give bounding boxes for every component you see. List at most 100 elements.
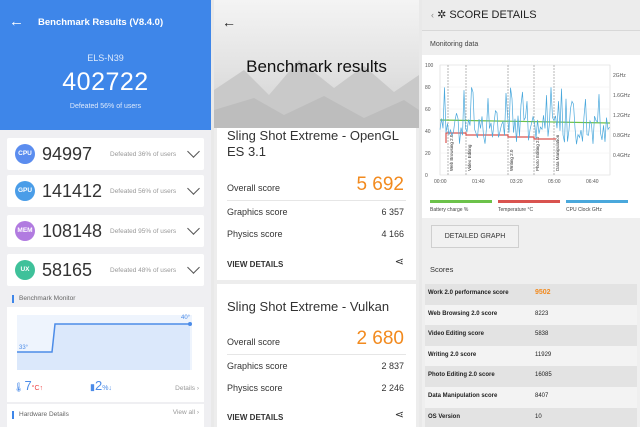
table-row: Web Browsing 2.0 score 8223 (425, 304, 637, 326)
detailed-graph-button[interactable]: DETAILED GRAPH (431, 225, 519, 248)
page-title: Benchmark results (246, 57, 387, 76)
y-tick-left: 100 (425, 63, 434, 69)
chevron-down-icon[interactable] (187, 222, 200, 235)
back-arrow-icon[interactable]: ← (222, 14, 236, 30)
device-model: ELS-N39 (87, 53, 124, 63)
temp-arrow: ↑ (39, 385, 44, 392)
physics-label: Physics score (227, 229, 283, 239)
chevron-right-icon: › (196, 385, 199, 392)
antutu-panel: ← Benchmark Results (V8.4.0) ELS-N39 402… (0, 0, 211, 427)
score-name: Writing 2.0 score (428, 351, 477, 358)
gpu-badge: GPU (15, 181, 35, 201)
score-name: Web Browsing 2.0 score (428, 310, 498, 317)
view-details-button[interactable]: VIEW DETAILS (227, 413, 283, 422)
score-row-mem[interactable]: MEM 108148 Defeated 95% of users (7, 215, 204, 247)
overall-score: 5 692 (356, 174, 404, 195)
divider (227, 200, 406, 201)
view-all-link[interactable]: View all › (173, 409, 199, 416)
score-value: 8223 (535, 310, 549, 317)
graphics-score: 2 837 (381, 361, 404, 371)
antutu-title: Benchmark Results (V8.4.0) (38, 17, 164, 28)
score-row-gpu[interactable]: GPU 141412 Defeated 56% of users (7, 175, 204, 207)
table-row: Writing 2.0 score 11929 (425, 345, 637, 367)
table-row: Video Editing score 5838 (425, 325, 637, 346)
share-icon[interactable]: ⋖ (395, 408, 404, 421)
view-all-label: View all (172, 409, 196, 416)
cpu-badge: CPU (15, 144, 35, 164)
temperature-readout: 🌡7°C↑ (13, 378, 43, 393)
page-title: SCORE DETAILS (449, 9, 537, 21)
antutu-header: ← Benchmark Results (V8.4.0) ELS-N39 402… (0, 0, 211, 130)
mem-score: 108148 (42, 221, 103, 241)
ux-defeated: Defeated 48% of users (110, 267, 177, 274)
y-tick-left: 80 (425, 85, 431, 91)
battery-unit: %↓ (102, 385, 112, 392)
hardware-details-label: Hardware Details (12, 411, 69, 419)
legend-label: CPU Clock GHz (566, 207, 602, 213)
view-details-button[interactable]: VIEW DETAILS (227, 260, 283, 269)
chevron-down-icon[interactable] (187, 261, 200, 274)
x-tick: 01:40 (472, 179, 485, 185)
ux-badge: UX (15, 260, 35, 280)
score-value: 10 (535, 413, 542, 420)
divider (227, 354, 406, 355)
score-row-cpu[interactable]: CPU 94997 Defeated 36% of users (7, 138, 204, 170)
y-tick-right: 2GHz (613, 73, 626, 79)
chevron-down-icon[interactable] (187, 145, 200, 158)
score-row-ux[interactable]: UX 58165 Defeated 48% of users (7, 254, 204, 286)
battery-readout: ▮2%↓ (90, 378, 112, 393)
score-name: Work 2.0 performance score (428, 290, 509, 296)
y-tick-right: 0.4GHz (613, 153, 630, 159)
pcmark-header: ‹ ✲ SCORE DETAILS (422, 0, 640, 31)
test-name: Sling Shot Extreme - Vulkan (227, 299, 390, 314)
table-row: OS Version 10 (425, 407, 637, 427)
threedmark-panel: ← Benchmark results Sling Shot Extreme -… (214, 0, 419, 427)
score-value: 5838 (535, 331, 549, 338)
legend-swatch (430, 200, 492, 203)
cpu-defeated: Defeated 36% of users (110, 151, 177, 158)
back-arrow-icon[interactable]: ← (9, 13, 24, 30)
header-title-row: ‹ ✲ SCORE DETAILS (431, 8, 537, 21)
y-tick-left: 40 (425, 129, 431, 135)
snowflake-icon: ✲ (437, 9, 447, 21)
physics-score: 4 166 (381, 229, 404, 239)
score-value: 8407 (535, 392, 549, 399)
y-tick-left: 60 (425, 107, 431, 113)
monitoring-chart-svg: 100 80 60 40 20 0 2GHz 1.6GHz 1.2GHz 0.8GHz 0.4GHz… (425, 63, 630, 213)
graphics-score: 6 357 (381, 207, 404, 217)
x-tick: 06:40 (586, 179, 599, 185)
hero-banner: ← Benchmark results (214, 0, 419, 128)
score-name: Data Manipulation score (428, 392, 498, 399)
temperature-end-dot (188, 322, 192, 326)
ux-score: 58165 (42, 260, 93, 280)
legend-swatch (498, 200, 560, 203)
temp-delta: 7 (24, 378, 32, 393)
phase-label: Video Editing (467, 144, 472, 171)
back-chevron-icon[interactable]: ‹ (431, 10, 434, 20)
details-link[interactable]: Details › (175, 385, 199, 392)
result-card-opengl: Sling Shot Extreme - OpenGL ES 3.1 Overa… (217, 128, 416, 280)
gpu-score: 141412 (42, 181, 103, 201)
score-value: 16085 (535, 372, 552, 379)
legend-label: Temperature °C (498, 207, 533, 213)
y-tick-left: 20 (425, 151, 431, 157)
score-name: Video Editing score (428, 331, 484, 338)
chevron-right-icon: › (196, 409, 199, 416)
legend-swatch (566, 200, 628, 203)
overall-label: Overall score (227, 183, 281, 193)
x-tick: 05:00 (548, 179, 561, 185)
monitoring-label: Monitoring data (430, 41, 479, 48)
share-icon[interactable]: ⋖ (395, 255, 404, 268)
chevron-down-icon[interactable] (187, 182, 200, 195)
score-table: Work 2.0 performance score 9502 Web Browsi… (425, 284, 637, 427)
legend-label: Battery charge % (430, 207, 469, 213)
overall-label: Overall score (227, 337, 281, 347)
cpu-score: 94997 (42, 144, 93, 164)
y-tick-right: 1.6GHz (613, 93, 630, 99)
graphics-label: Graphics score (227, 361, 288, 371)
y-tick-right: 0.8GHz (613, 133, 630, 139)
mem-badge: MEM (15, 221, 35, 241)
overall-score: 2 680 (356, 328, 404, 349)
phase-label: Web Browsing 2.0 (449, 134, 454, 171)
score-value: 11929 (535, 351, 552, 358)
